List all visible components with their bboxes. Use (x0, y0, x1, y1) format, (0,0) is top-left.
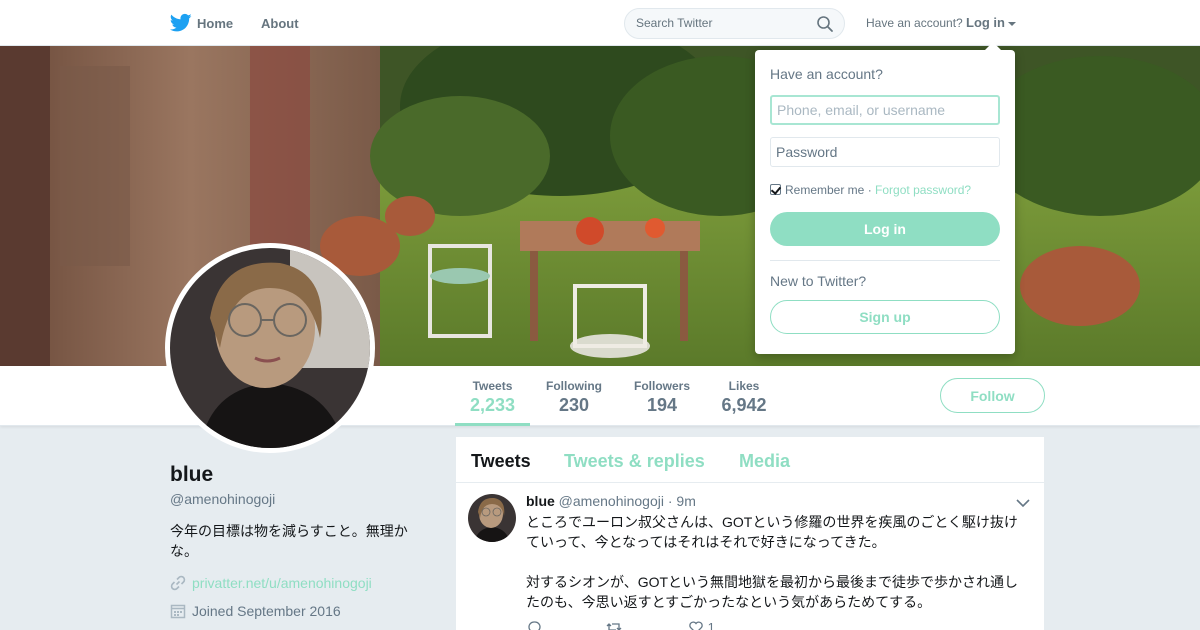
tweet-timestamp[interactable]: 9m (676, 493, 695, 509)
retweet-icon (606, 623, 622, 630)
nav-about-link[interactable]: About (261, 16, 299, 31)
avatar-image (170, 248, 370, 448)
dropdown-divider (770, 260, 1000, 261)
tweet-separator: · (667, 493, 673, 509)
like-count: 1 (707, 620, 715, 630)
caret-down-icon (1008, 21, 1016, 26)
have-account-label: Have an account? (866, 16, 963, 30)
like-button[interactable]: 1 (688, 619, 715, 630)
tweet-author-name[interactable]: blue (526, 493, 555, 509)
stat-followers-label: Followers (633, 379, 690, 393)
username-field[interactable] (770, 95, 1000, 125)
dropdown-caret (985, 42, 1001, 50)
stat-followers[interactable]: Followers 194 (628, 366, 696, 426)
reply-button[interactable] (526, 619, 542, 630)
remember-separator: · (867, 183, 872, 197)
login-dropdown: Have an account? Remember me · Forgot pa… (755, 42, 1015, 354)
calendar-icon (170, 604, 186, 619)
remember-me-checkbox[interactable] (770, 184, 781, 195)
tweet-header: blue @amenohinogoji · 9m (526, 493, 696, 509)
twitter-bird-icon[interactable] (170, 13, 192, 33)
login-link-label[interactable]: Log in (966, 15, 1005, 30)
reply-icon (528, 621, 541, 630)
tweet-author-handle[interactable]: @amenohinogoji (559, 493, 664, 509)
stat-tweets-label: Tweets (472, 379, 513, 393)
stat-followers-value: 194 (646, 395, 678, 415)
stat-following-label: Following (546, 379, 602, 393)
profile-bio: 今年の目標は物を減らすこと。無理かな。 (170, 523, 408, 559)
chevron-down-icon[interactable] (1016, 498, 1030, 508)
tweet-avatar-image (468, 494, 516, 542)
tab-media[interactable]: Media (739, 451, 790, 472)
profile-joined-text: Joined September 2016 (192, 603, 341, 619)
profile-handle[interactable]: @amenohinogoji (170, 491, 275, 507)
remember-row: Remember me · Forgot password? (770, 183, 971, 197)
tweet-text: ところでユーロン叔父さんは、GOTという修羅の世界を疾風のごとく駆け抜けていって… (526, 512, 1026, 630)
tweet-paragraph: 対するシオンが、GOTという無間地獄を最初から最後まで徒歩で歩かされ通したのも、… (526, 574, 1019, 610)
profile-avatar[interactable] (165, 243, 375, 453)
tab-tweets[interactable]: Tweets (471, 451, 531, 472)
tweet[interactable]: blue @amenohinogoji · 9m ところでユーロン叔父さんは、G… (456, 484, 1044, 630)
new-to-twitter-label: New to Twitter? (770, 273, 867, 289)
stat-tweets[interactable]: Tweets 2,233 (455, 366, 530, 426)
stat-likes[interactable]: Likes 6,942 (714, 366, 774, 426)
tweet-avatar[interactable] (468, 494, 516, 542)
follow-button[interactable]: Follow (940, 378, 1045, 413)
login-button[interactable]: Log in (770, 212, 1000, 246)
timeline: Tweets Tweets & replies Media blue @amen… (456, 437, 1044, 630)
search-box (624, 8, 845, 39)
link-icon (170, 575, 186, 591)
login-dropdown-toggle[interactable]: Log in (966, 15, 1016, 30)
nav-home-link[interactable]: Home (197, 16, 233, 31)
stat-likes-label: Likes (728, 379, 760, 393)
search-input[interactable] (636, 16, 806, 30)
password-field[interactable] (770, 137, 1000, 167)
stat-following[interactable]: Following 230 (540, 366, 608, 426)
tweet-paragraph: ところでユーロン叔父さんは、GOTという修羅の世界を疾風のごとく駆け抜けていって… (526, 514, 1018, 550)
stat-tweets-value: 2,233 (469, 395, 516, 415)
stat-following-value: 230 (558, 395, 590, 415)
search-icon[interactable] (816, 15, 834, 33)
heart-icon (689, 621, 703, 630)
signup-button[interactable]: Sign up (770, 300, 1000, 334)
profile-name[interactable]: blue (170, 463, 213, 487)
profile-website: privatter.net/u/amenohinogoji (170, 575, 372, 591)
login-heading: Have an account? (770, 66, 883, 82)
timeline-tabs: Tweets Tweets & replies Media (456, 437, 1044, 483)
retweet-button[interactable] (606, 619, 622, 630)
profile-website-link[interactable]: privatter.net/u/amenohinogoji (192, 575, 372, 591)
stat-likes-value: 6,942 (721, 395, 767, 415)
forgot-password-link[interactable]: Forgot password? (875, 183, 971, 197)
top-navigation: Home About Have an account? Log in (0, 0, 1200, 46)
remember-me-label[interactable]: Remember me (785, 183, 864, 197)
tab-tweets-and-replies[interactable]: Tweets & replies (564, 451, 705, 472)
profile-joined: Joined September 2016 (170, 603, 341, 619)
